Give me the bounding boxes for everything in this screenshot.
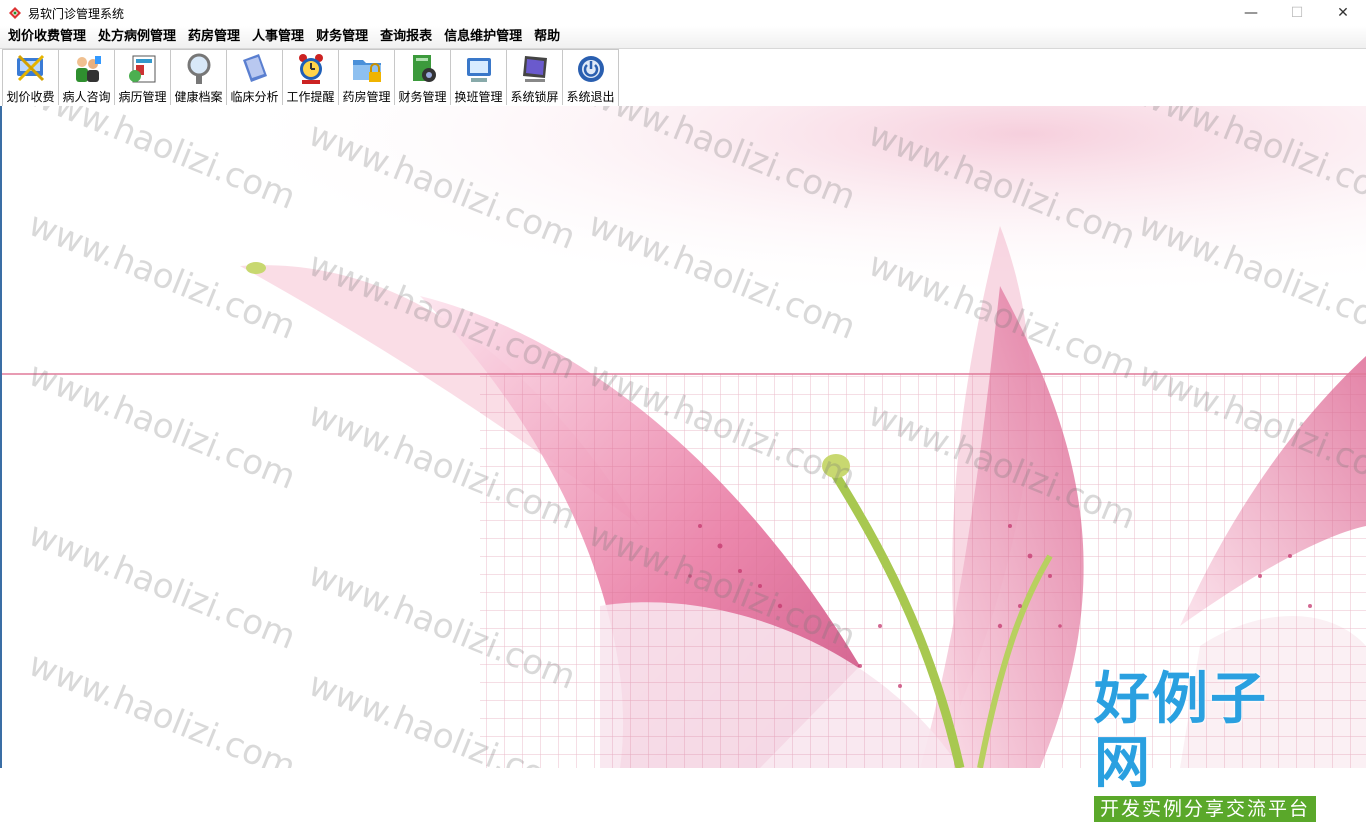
book-icon bbox=[242, 54, 267, 82]
window-left-border bbox=[0, 106, 2, 768]
toolbar-exit-button[interactable]: 系统退出 bbox=[563, 50, 618, 105]
toolbar-shift-button[interactable]: 换班管理 bbox=[451, 50, 507, 105]
menu-billing[interactable]: 划价收费管理 bbox=[0, 26, 92, 48]
menu-pharmacy[interactable]: 药房管理 bbox=[182, 26, 246, 48]
monitor-icon bbox=[466, 58, 491, 82]
menu-personnel[interactable]: 人事管理 bbox=[246, 26, 310, 48]
toolbar-medical-records-button[interactable]: 病历管理 bbox=[115, 50, 171, 105]
title-bar: 易软门诊管理系统 — ☐ ✕ bbox=[0, 0, 1366, 26]
toolbar-label: 换班管理 bbox=[454, 90, 503, 104]
screen-icon bbox=[522, 56, 547, 82]
power-icon bbox=[577, 56, 604, 82]
toolbar-label: 划价收费 bbox=[6, 90, 55, 104]
menu-prescription[interactable]: 处方病例管理 bbox=[92, 26, 182, 48]
toolbar-label: 病历管理 bbox=[118, 90, 167, 104]
menu-finance[interactable]: 财务管理 bbox=[310, 26, 374, 48]
window-controls: — ☐ ✕ bbox=[1228, 0, 1366, 26]
billing-icon bbox=[16, 54, 44, 82]
close-button[interactable]: ✕ bbox=[1320, 0, 1366, 26]
maximize-button[interactable]: ☐ bbox=[1274, 0, 1320, 26]
toolbar-label: 工作提醒 bbox=[286, 90, 335, 104]
toolbar-patients-button[interactable]: 病人咨询 bbox=[59, 50, 115, 105]
minimize-button[interactable]: — bbox=[1228, 0, 1274, 26]
toolbar-pharmacy-button[interactable]: 药房管理 bbox=[339, 50, 395, 105]
toolbar-finance-button[interactable]: 财务管理 bbox=[395, 50, 451, 105]
toolbar-label: 健康档案 bbox=[174, 90, 223, 104]
toolbar-label: 系统锁屏 bbox=[510, 90, 559, 104]
menu-reports[interactable]: 查询报表 bbox=[374, 26, 438, 48]
logo-subtitle: 开发实例分享交流平台 bbox=[1094, 796, 1316, 822]
site-logo: 好例子网 开发实例分享交流平台 bbox=[1094, 668, 1320, 822]
toolbar-label: 财务管理 bbox=[398, 90, 447, 104]
window-title: 易软门诊管理系统 bbox=[28, 6, 125, 21]
menu-maintenance[interactable]: 信息维护管理 bbox=[438, 26, 528, 48]
toolbar-lock-screen-button[interactable]: 系统锁屏 bbox=[507, 50, 563, 105]
toolbar-label: 病人咨询 bbox=[62, 90, 111, 104]
menu-help[interactable]: 帮助 bbox=[528, 26, 566, 48]
toolbar-work-reminder-button[interactable]: 工作提醒 bbox=[283, 50, 339, 105]
patients-icon bbox=[75, 56, 101, 82]
toolbar-label: 系统退出 bbox=[566, 90, 615, 104]
toolbar-label: 临床分析 bbox=[230, 90, 279, 104]
app-logo-icon bbox=[9, 7, 21, 19]
toolbar: 划价收费 病人咨询 病历管理 健康档案 临床分析 工作提醒 药房管理 财务管理 … bbox=[2, 49, 619, 107]
toolbar-health-records-button[interactable]: 健康档案 bbox=[171, 50, 227, 105]
document-disc-icon bbox=[412, 55, 436, 82]
folder-lock-icon bbox=[352, 60, 381, 82]
medical-records-icon bbox=[128, 55, 155, 83]
magnifier-icon bbox=[187, 53, 210, 84]
toolbar-label: 药房管理 bbox=[342, 90, 391, 104]
toolbar-billing-button[interactable]: 划价收费 bbox=[3, 50, 59, 105]
toolbar-clinical-analysis-button[interactable]: 临床分析 bbox=[227, 50, 283, 105]
alarm-clock-icon bbox=[298, 54, 323, 84]
logo-title: 好例子网 bbox=[1094, 667, 1268, 796]
menu-bar: 划价收费管理 处方病例管理 药房管理 人事管理 财务管理 查询报表 信息维护管理… bbox=[0, 26, 1366, 49]
